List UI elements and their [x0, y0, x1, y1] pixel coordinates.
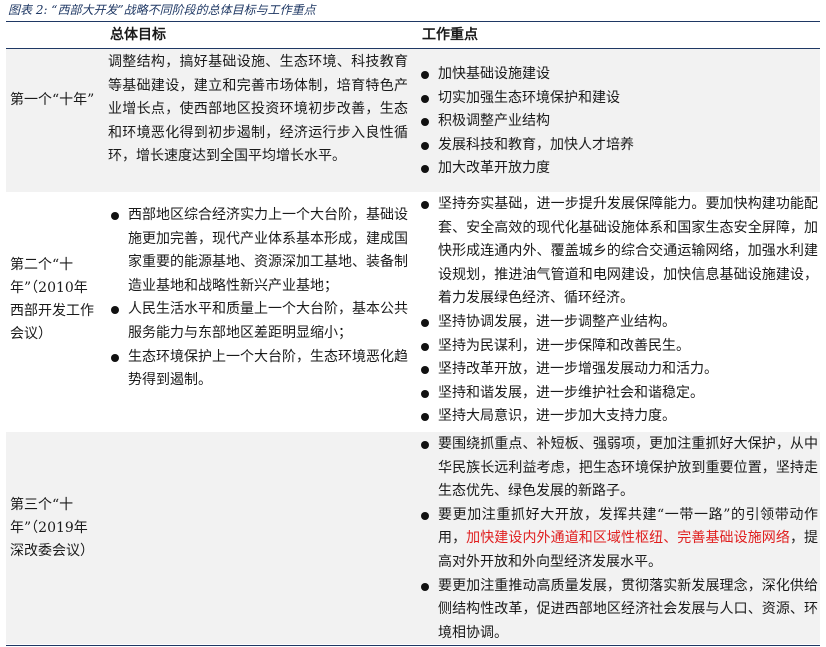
list-item: 要更加注重推动高质量发展，贯彻落实新发展理念，深化供给侧结构性改革，促进西部地区… [418, 575, 818, 646]
bullet-icon [421, 94, 429, 103]
list-item: 西部地区综合经济实力上一个大台阶，基础设施更加完善，现代产业体系基本形成，建成国… [108, 204, 408, 298]
focus-list: 坚持夯实基础，进一步提升发展保障能力。要加快构建功能配套、安全高效的现代化基础设… [418, 193, 818, 429]
list-item: 要围绕抓重点、补短板、强弱项，更加注重抓好大保护，从中华民族长远利益考虑，把生态… [418, 433, 818, 504]
list-item: 坚持改革开放，进一步增强发展动力和活力。 [418, 358, 818, 382]
bullet-icon [111, 353, 119, 362]
list-item: 发展科技和教育，加快人才培养 [418, 134, 818, 158]
list-item: 坚持夯实基础，进一步提升发展保障能力。要加快构建功能配套、安全高效的现代化基础设… [418, 193, 818, 311]
bullet-icon [421, 318, 429, 327]
list-item: 坚持大局意识，进一步加大支持力度。 [418, 405, 818, 429]
bullet-icon [111, 212, 119, 220]
bullet-icon [421, 201, 429, 209]
header-goal: 总体目标 [110, 27, 166, 43]
bullet-icon [421, 141, 429, 150]
bullet-icon [421, 342, 429, 351]
figure-caption: 图表 2: “西部大开发”战略不同阶段的总体目标与工作重点 [8, 3, 316, 17]
bullet-icon [421, 511, 429, 520]
bullet-icon [421, 413, 429, 422]
bullet-icon [111, 306, 119, 315]
list-item: 要更加注重抓好大开放，发挥共建“一带一路”的引领带动作用，加快建设内外通道和区域… [418, 504, 818, 575]
bullet-icon [421, 389, 429, 398]
bullet-icon [421, 71, 429, 79]
list-item: 加大改革开放力度 [418, 157, 818, 181]
row-label: 第二个“十年”（2010年西部开发工作会议） [10, 257, 94, 342]
bullet-icon [421, 366, 429, 375]
list-item: 人民生活水平和质量上一个大台阶，基本公共服务能力与东部地区差距明显缩小； [108, 298, 408, 345]
caption-divider [6, 21, 820, 22]
bullet-icon [421, 582, 429, 591]
table-row-third-decade: 第三个“十年”（2019年深改委会议） 要围绕抓重点、补短板、强弱项，更加注重抓… [6, 432, 820, 644]
list-item: 坚持协调发展，进一步调整产业结构。 [418, 311, 818, 335]
list-item: 积极调整产业结构 [418, 110, 818, 134]
header-focus: 工作重点 [422, 27, 478, 43]
list-item: 坚持为民谋利，进一步保障和改善民生。 [418, 335, 818, 359]
goal-text: 调整结构，搞好基础设施、生态环境、科技教育等基础建设，建立和完善市场体制，培育特… [108, 54, 408, 165]
focus-list: 加快基础设施建设 切实加强生态环境保护和建设 积极调整产业结构 发展科技和教育，… [418, 63, 818, 181]
row-label: 第一个“十年” [10, 92, 95, 108]
table-row-first-decade: 第一个“十年” 调整结构，搞好基础设施、生态环境、科技教育等基础建设，建立和完善… [6, 49, 820, 192]
list-item: 坚持和谐发展，进一步维护社会和谐稳定。 [418, 382, 818, 406]
row-label: 第三个“十年”（2019年深改委会议） [10, 497, 94, 559]
list-item: 加快基础设施建设 [418, 63, 818, 87]
highlighted-text: 加快建设内外通道和区域性枢纽、完善基础设施网络 [466, 530, 790, 547]
list-item: 生态环境保护上一个大台阶，生态环境恶化趋势得到遏制。 [108, 346, 408, 393]
bullet-icon [421, 118, 429, 127]
table-row-second-decade: 第二个“十年”（2010年西部开发工作会议） 西部地区综合经济实力上一个大台阶，… [6, 192, 820, 432]
table-header: 总体目标 工作重点 [6, 23, 820, 47]
table-bottom-divider [6, 645, 820, 646]
focus-list: 要围绕抓重点、补短板、强弱项，更加注重抓好大保护，从中华民族长远利益考虑，把生态… [418, 433, 818, 645]
list-item: 切实加强生态环境保护和建设 [418, 87, 818, 111]
goal-list: 西部地区综合经济实力上一个大台阶，基础设施更加完善，现代产业体系基本形成，建成国… [108, 204, 408, 393]
bullet-icon [421, 165, 429, 174]
bullet-icon [421, 441, 429, 449]
